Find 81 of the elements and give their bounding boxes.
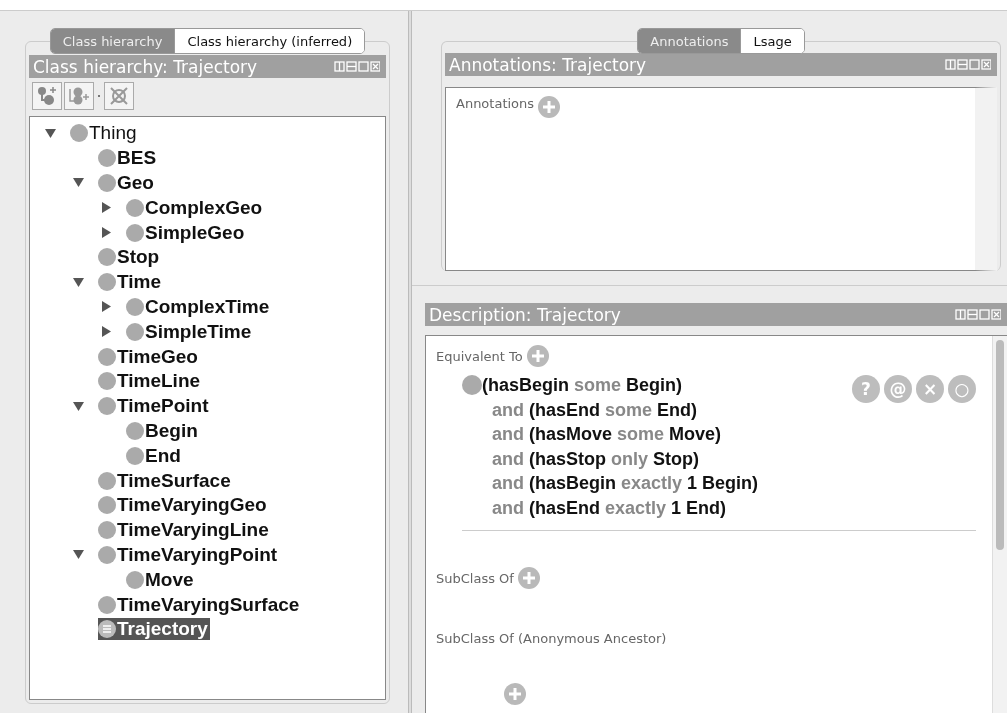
class-icon — [98, 248, 116, 267]
tree-item[interactable]: BES — [98, 147, 159, 170]
class-icon — [126, 223, 144, 242]
tree-item[interactable]: TimePoint — [98, 395, 211, 418]
collapse-arrow-icon[interactable] — [72, 277, 84, 287]
class-expression-icon — [462, 375, 482, 395]
tree-item[interactable]: TimeSurface — [98, 469, 233, 492]
add-equivalent-icon[interactable] — [526, 345, 549, 367]
class-icon — [98, 521, 116, 540]
class-icon — [98, 273, 116, 292]
section-label: SubClass Of — [436, 570, 514, 586]
class-icon — [98, 149, 116, 168]
panel-title: Description: Trajectory — [429, 304, 621, 325]
class-icon — [98, 471, 116, 490]
tree-item[interactable]: TimeVaryingSurface — [98, 593, 302, 616]
class-icon — [126, 198, 144, 217]
tree-item[interactable]: ComplexTime — [126, 295, 272, 318]
add-sibling-button[interactable] — [64, 82, 94, 110]
collapse-arrow-icon[interactable] — [72, 178, 84, 188]
expand-arrow-icon[interactable] — [101, 301, 111, 313]
collapse-arrow-icon[interactable] — [72, 401, 84, 411]
tree-item[interactable]: SimpleGeo — [126, 221, 247, 244]
class-icon — [98, 595, 116, 614]
class-expression-line: and (hasEnd some End) — [491, 398, 699, 422]
add-icon[interactable] — [504, 683, 526, 705]
class-icon — [126, 446, 144, 465]
add-subclass-icon — [36, 86, 58, 106]
tree-item[interactable]: ComplexGeo — [126, 196, 265, 219]
class-icon — [126, 322, 144, 341]
panel-title: Annotations: Trajectory — [449, 54, 647, 75]
class-expression-line: and (hasStop only Stop) — [491, 447, 701, 471]
class-icon — [98, 347, 116, 366]
tree-item[interactable]: End — [126, 444, 183, 467]
tree-item[interactable]: TimeLine — [98, 370, 203, 393]
expand-arrow-icon[interactable] — [101, 202, 111, 214]
class-expression-line: and (hasEnd exactly 1 End) — [491, 496, 728, 520]
section-label: Annotations — [456, 96, 535, 111]
view-controls-icon[interactable] — [334, 61, 380, 72]
tree-item[interactable]: TimeGeo — [98, 345, 200, 368]
scrollbar[interactable] — [992, 336, 1007, 713]
delete-class-icon — [109, 86, 129, 106]
add-sibling-icon — [68, 86, 90, 106]
add-subclass-button[interactable] — [32, 82, 62, 110]
tree-item[interactable]: TimeVaryingGeo — [98, 494, 269, 517]
section-label: Equivalent To — [436, 348, 523, 364]
class-icon — [98, 397, 116, 416]
view-controls-icon[interactable] — [955, 309, 1001, 320]
tree-item[interactable]: Time — [98, 271, 163, 294]
class-icon — [126, 297, 144, 316]
class-icon — [98, 174, 116, 192]
class-icon — [126, 570, 144, 589]
tree-item[interactable]: Move — [126, 568, 196, 591]
expand-arrow-icon[interactable] — [101, 326, 111, 338]
tree-item[interactable]: TimeVaryingPoint — [98, 543, 280, 566]
tree-item[interactable]: Thing — [70, 122, 139, 145]
tab[interactable]: Lsage — [740, 29, 804, 53]
tree-item[interactable]: Stop — [98, 246, 162, 269]
add-icon[interactable] — [517, 567, 540, 589]
view-controls-icon[interactable] — [945, 59, 991, 70]
delete-class-button[interactable] — [104, 82, 134, 110]
tree-item[interactable]: Trajectory — [98, 618, 210, 641]
class-expression-line: and (hasBegin exactly 1 Begin) — [491, 472, 760, 495]
tree-item[interactable]: TimeVaryingLine — [98, 519, 271, 542]
class-icon — [70, 124, 88, 143]
tree-item[interactable]: Geo — [98, 172, 156, 194]
collapse-arrow-icon[interactable] — [72, 550, 84, 560]
tree-item[interactable]: SimpleTime — [126, 320, 254, 343]
panel-title: Class hierarchy: Trajectory — [33, 56, 258, 77]
class-expression-line: (hasBegin some Begin) — [482, 374, 684, 397]
tree-item[interactable]: Begin — [126, 419, 200, 442]
add-annotation-icon[interactable] — [538, 96, 561, 118]
expand-arrow-icon[interactable] — [101, 227, 111, 239]
tab[interactable]: Class hierarchy (inferred) — [174, 29, 365, 53]
class-icon — [98, 620, 116, 639]
class-icon — [98, 545, 116, 564]
class-icon — [98, 372, 116, 391]
collapse-arrow-icon[interactable] — [44, 128, 56, 138]
class-icon — [98, 496, 116, 515]
class-expression-line: and (hasMove some Move) — [491, 423, 723, 446]
class-icon — [126, 421, 144, 440]
section-label: SubClass Of (Anonymous Ancestor) — [436, 631, 667, 646]
